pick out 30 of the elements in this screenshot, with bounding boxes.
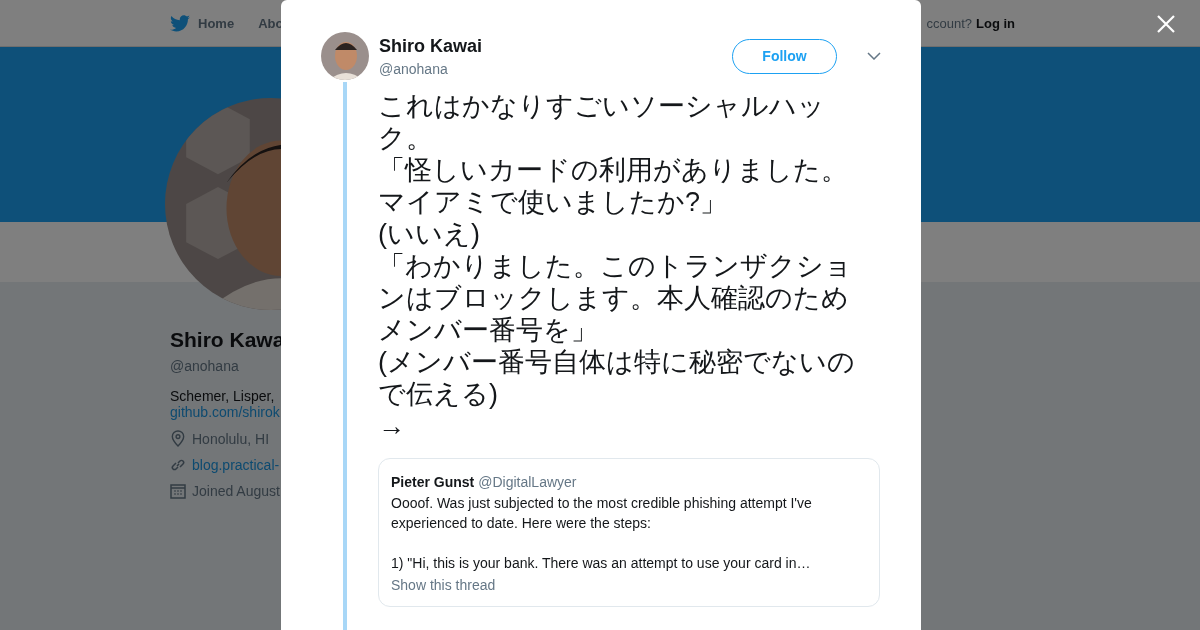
follow-button[interactable]: Follow xyxy=(732,38,837,74)
quoted-tweet-card[interactable] xyxy=(378,458,880,607)
link-icon xyxy=(170,457,186,473)
close-icon[interactable] xyxy=(1157,15,1175,33)
tweet-text-line: 「わかりました。このトランザクションはブロックします。本人確認のためメンバー番号を」 xyxy=(378,250,853,346)
tweet-text-line: → xyxy=(378,410,406,442)
tweet-text-line: 「怪しいカードの利用がありました。マイアミで使いましたか?」 xyxy=(378,154,849,218)
bird-icon xyxy=(170,14,190,32)
location-pin-icon xyxy=(170,430,186,447)
author-handle: @anohana xyxy=(379,60,449,77)
profile-handle: @anohana xyxy=(170,358,239,374)
calendar-icon xyxy=(170,483,186,499)
tweet-text-line: (いいえ) xyxy=(378,218,481,250)
author-name: Shiro Kawai xyxy=(379,35,483,57)
location-text: Honolulu, HI xyxy=(192,430,270,447)
joined-date: Joined August xyxy=(192,483,280,499)
tweet-text-line: これはかなりすごいソーシャルハック。 xyxy=(378,90,826,154)
quoted-author-name: Pieter Gunst xyxy=(391,474,475,490)
chevron-down-icon[interactable] xyxy=(867,52,881,60)
bio-link[interactable]: github.com/shirok xyxy=(170,404,280,420)
quoted-tweet-text: Oooof. Was just subjected to the most credible phishing attempt I've experienced to date. Here were the steps: 1) "Hi, this is your bank. There was an attempt to use your card in… xyxy=(391,494,813,573)
show-thread-link[interactable]: Show this thread xyxy=(391,577,496,593)
profile-bio: Schemer, Lisper, xyxy=(170,388,275,404)
tweet-text-line: (メンバー番号自体は特に秘密でないので伝える) xyxy=(378,346,856,410)
home-label: Home xyxy=(198,15,235,31)
quoted-author-handle: @DigitalLawyer xyxy=(478,474,577,490)
website-link[interactable]: blog.practical- xyxy=(192,457,280,473)
login-link[interactable]: Log in xyxy=(976,15,1015,31)
account-prompt: ccount? xyxy=(926,15,972,31)
home-link[interactable]: Home xyxy=(170,14,235,32)
